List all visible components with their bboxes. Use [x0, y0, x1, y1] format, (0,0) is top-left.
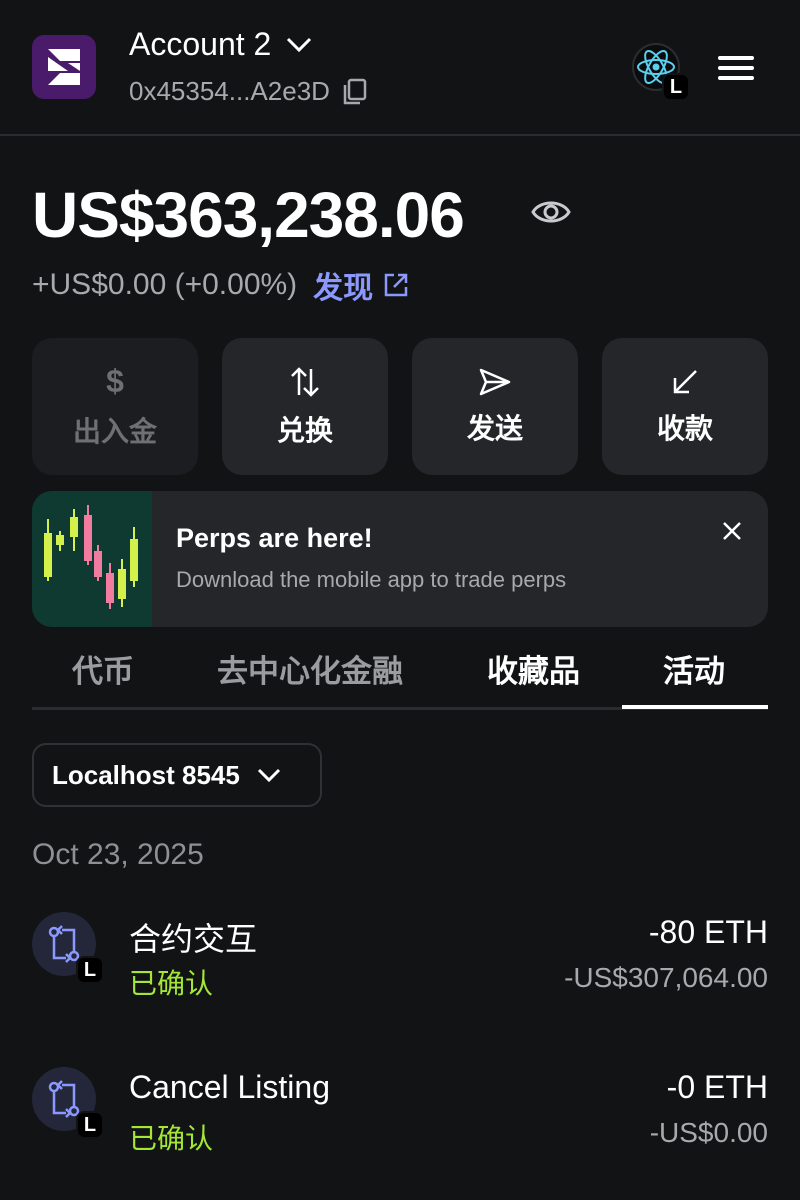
activity-item[interactable]: L 合约交互 已确认 -80 ETH -US$307,064.00: [32, 912, 768, 1012]
send-icon: [479, 368, 511, 395]
swap-button[interactable]: 兑换: [222, 338, 388, 475]
network-badge: L: [76, 956, 104, 984]
chevron-down-icon: [287, 37, 312, 52]
activity-amount: -80 ETH: [648, 914, 768, 950]
send-label: 发送: [466, 412, 523, 444]
discover-link[interactable]: 发现: [313, 263, 409, 307]
activity-date: Oct 23, 2025: [32, 838, 204, 871]
receive-label: 收款: [656, 412, 713, 444]
network-avatar[interactable]: L: [632, 43, 690, 101]
activity-status: 已确认: [129, 968, 214, 999]
account-logo-icon[interactable]: [32, 35, 96, 99]
activity-title: Cancel Listing: [129, 1069, 330, 1105]
activity-title: 合约交互: [129, 921, 258, 957]
receive-button[interactable]: 收款: [602, 338, 768, 475]
account-name: Account 2: [129, 26, 272, 62]
active-tab-indicator: [622, 705, 768, 709]
contract-interaction-icon: L: [32, 1067, 104, 1139]
tab-activity[interactable]: 活动: [663, 646, 725, 691]
account-address-row[interactable]: 0x45354...A2e3D: [129, 76, 368, 107]
chevron-down-icon: [257, 768, 280, 783]
tab-collectibles[interactable]: 收藏品: [487, 646, 580, 691]
network-badge: L: [76, 1111, 104, 1139]
activity-fiat-amount: -US$0.00: [649, 1117, 768, 1148]
send-button[interactable]: 发送: [412, 338, 578, 475]
close-icon[interactable]: [718, 517, 746, 545]
contract-interaction-icon: L: [32, 912, 104, 984]
hamburger-menu-icon[interactable]: [714, 52, 758, 84]
candlestick-illustration: [32, 491, 152, 627]
swap-arrows-icon: [291, 366, 319, 397]
balance-change-row: +US$0.00 (+0.00%) 发现: [32, 263, 409, 307]
buy-sell-label: 出入金: [72, 416, 157, 447]
activity-amount: -0 ETH: [666, 1069, 768, 1105]
tab-tokens[interactable]: 代币: [72, 646, 134, 691]
activity-status: 已确认: [129, 1123, 214, 1154]
copy-icon[interactable]: [342, 78, 368, 106]
receive-arrow-icon: [673, 369, 697, 393]
discover-label: 发现: [313, 272, 374, 305]
balance-change: +US$0.00 (+0.00%): [32, 268, 298, 301]
activity-fiat-amount: -US$307,064.00: [564, 962, 768, 993]
activity-item[interactable]: L Cancel Listing 已确认 -0 ETH -US$0.00: [32, 1067, 768, 1167]
buy-sell-button[interactable]: $ 出入金: [32, 338, 198, 475]
network-badge: L: [662, 73, 690, 101]
swap-label: 兑换: [276, 414, 333, 446]
external-link-icon: [384, 273, 408, 297]
dollar-icon: $: [106, 363, 124, 399]
network-filter-dropdown[interactable]: Localhost 8545: [32, 743, 322, 807]
account-address: 0x45354...A2e3D: [129, 76, 330, 106]
promo-subtitle: Download the mobile app to trade perps: [176, 567, 567, 592]
asset-tabs: 代币 去中心化金融 收藏品 活动: [32, 632, 768, 710]
promo-title: Perps are here!: [176, 523, 373, 553]
network-filter-label: Localhost 8545: [52, 759, 240, 790]
header: Account 2 0x45354...A2e3D L: [0, 0, 800, 136]
perps-promo-banner[interactable]: Perps are here! Download the mobile app …: [32, 491, 768, 627]
tab-defi[interactable]: 去中心化金融: [217, 646, 403, 691]
account-selector[interactable]: Account 2: [129, 26, 313, 63]
eye-icon[interactable]: [530, 192, 572, 237]
action-buttons: $ 出入金 兑换 发送 收款: [32, 338, 768, 475]
total-balance: US$363,238.06: [32, 179, 465, 251]
